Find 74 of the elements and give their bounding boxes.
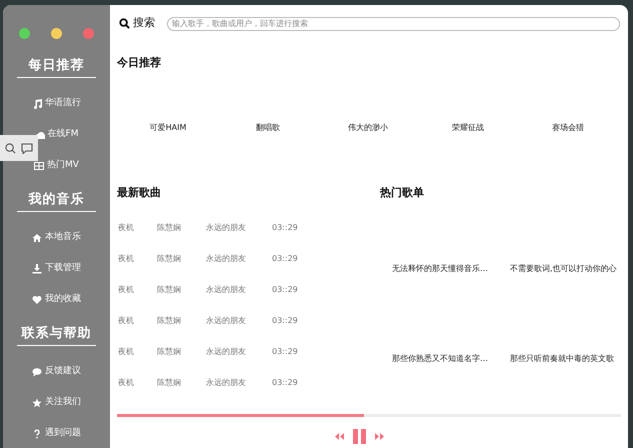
song-cell-text: 永远的朋友	[206, 346, 247, 358]
pause-icon[interactable]	[352, 429, 366, 444]
search-icon	[119, 18, 130, 29]
song-cell-text: 陈慧娴	[157, 253, 182, 265]
heart-icon	[32, 294, 42, 304]
section-title: 热门歌单	[380, 184, 425, 200]
song-cell-text: 永远的朋友	[206, 222, 247, 234]
playlist-title[interactable]: 那些你熟悉又不知道名字…	[392, 354, 488, 363]
film-icon	[34, 160, 44, 170]
song-cell-text: 陈慧娴	[157, 315, 182, 327]
speech-bubble-icon	[32, 366, 42, 376]
note-icon	[32, 98, 42, 108]
song-cell-text: 夜机	[118, 253, 135, 265]
search-field[interactable]: 输入歌手，歌曲或用户，回车进行搜索	[167, 16, 620, 30]
sidebar-item[interactable]: 在线FM	[48, 128, 78, 142]
sidebar-item[interactable]: 关注我们	[45, 396, 81, 410]
star-icon	[32, 398, 42, 408]
song-cell-text: 夜机	[118, 346, 135, 358]
song-cell-text: 永远的朋友	[206, 284, 247, 296]
section-heading: 我的音乐	[17, 190, 96, 212]
section-title: 最新歌曲	[116, 184, 162, 200]
song-row[interactable]: 夜机 陈慧娴 永远的朋友 03::29	[110, 222, 380, 253]
song-cell-text: 永远的朋友	[206, 377, 247, 389]
previous-icon[interactable]	[334, 433, 344, 440]
chat-icon[interactable]	[21, 142, 33, 154]
song-cell-text: 永远的朋友	[206, 315, 247, 327]
recommendation-title[interactable]: 赛场会猎	[552, 122, 584, 132]
song-cell-text: 夜机	[118, 222, 135, 234]
sidebar-item[interactable]: 遇到问题	[45, 426, 81, 440]
next-icon[interactable]	[374, 433, 384, 440]
song-cell-text: 03::29	[272, 284, 299, 296]
maximize-button[interactable]	[19, 28, 30, 39]
section-heading: 每日推荐	[17, 56, 96, 78]
section-heading: 联系与帮助	[17, 324, 96, 346]
song-cell-text: 夜机	[118, 315, 135, 327]
song-cell-text: 永远的朋友	[206, 253, 247, 265]
search-icon[interactable]	[5, 142, 16, 154]
playlist-title[interactable]: 那些只听前奏就中毒的英文歌	[510, 354, 614, 363]
song-cell-text: 陈慧娴	[157, 284, 182, 296]
song-row[interactable]: 夜机 陈慧娴 永远的朋友 03::29	[110, 377, 380, 408]
sidebar-item[interactable]: 我的收藏	[45, 292, 81, 306]
song-cell-text: 03::29	[272, 253, 299, 265]
song-cell-text: 夜机	[118, 284, 135, 296]
recommendation-title[interactable]: 翻唱歌	[256, 122, 280, 132]
recommendation-title[interactable]: 可爱HAIM	[150, 122, 186, 132]
cloud-icon	[34, 130, 45, 140]
sidebar-item[interactable]: 热门MV	[47, 158, 79, 172]
song-cell-text: 陈慧娴	[157, 377, 182, 389]
playlist-title[interactable]: 不需要歌词,也可以打动你的心	[510, 264, 617, 273]
song-cell-text: 03::29	[272, 346, 299, 358]
sidebar-item[interactable]: 本地音乐	[45, 230, 81, 244]
song-cell-text: 夜机	[118, 377, 135, 389]
section-title: 今日推荐	[116, 55, 162, 71]
sidebar-item[interactable]: 下载管理	[45, 262, 81, 276]
sidebar-item[interactable]: 反馈建议	[45, 364, 81, 378]
minimize-button[interactable]	[51, 28, 62, 39]
song-row[interactable]: 夜机 陈慧娴 永远的朋友 03::29	[110, 315, 380, 346]
search-label: 搜索	[133, 15, 155, 32]
song-cell-text: 陈慧娴	[157, 222, 182, 234]
playlist-title[interactable]: 无法释怀的那天懂得音乐…	[392, 264, 488, 273]
sidebar-item[interactable]: 华语流行	[45, 96, 81, 110]
song-cell-text: 03::29	[272, 315, 299, 327]
song-row[interactable]: 夜机 陈慧娴 永远的朋友 03::29	[110, 346, 380, 377]
recommendation-title[interactable]: 伟大的渺小	[348, 122, 388, 132]
song-cell-text: 陈慧娴	[157, 346, 182, 358]
song-cell-text: 03::29	[272, 377, 299, 389]
home-icon	[32, 232, 42, 242]
progress-track[interactable]	[117, 414, 621, 417]
song-cell-text: 03::29	[272, 222, 299, 234]
question-icon	[32, 428, 42, 438]
song-row[interactable]: 夜机 陈慧娴 永远的朋友 03::29	[110, 253, 380, 284]
download-icon	[32, 264, 42, 274]
song-row[interactable]: 夜机 陈慧娴 永远的朋友 03::29	[110, 284, 380, 315]
recommendation-title[interactable]: 荣耀征战	[452, 122, 484, 132]
